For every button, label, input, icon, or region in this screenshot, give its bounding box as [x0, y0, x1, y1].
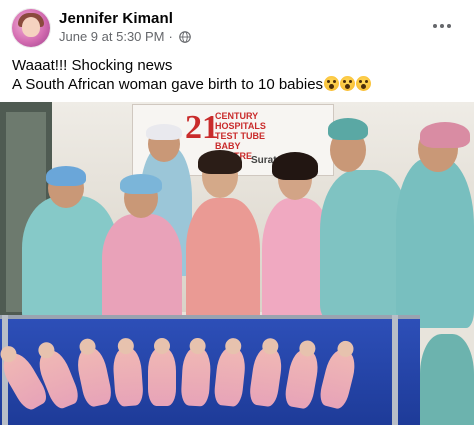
- staff-cap: [328, 118, 368, 140]
- avatar[interactable]: [12, 9, 50, 47]
- astonished-face-emoji-1: [324, 76, 340, 91]
- avatar-face: [22, 17, 40, 37]
- baby: [148, 338, 176, 406]
- staff-person: [102, 214, 182, 326]
- meta-separator: ·: [168, 29, 173, 44]
- bed-rail: [392, 315, 398, 425]
- astonished-face-emoji-2: [340, 76, 356, 91]
- more-options-button[interactable]: [430, 14, 454, 38]
- staff-person: [186, 198, 260, 326]
- post-text-line2: A South African woman gave birth to 10 b…: [12, 75, 462, 94]
- staff-hair: [272, 152, 318, 180]
- baby: [180, 337, 212, 407]
- staff-cap: [420, 122, 470, 148]
- post-text-line2-text: A South African woman gave birth to 10 b…: [12, 76, 324, 93]
- globe-icon[interactable]: [179, 30, 191, 43]
- post-meta: June 9 at 5:30 PM ·: [59, 29, 191, 44]
- post-text: Waaat!!! Shocking news A South African w…: [12, 56, 462, 94]
- staff-cap: [46, 166, 86, 186]
- banner-number: 21: [185, 109, 219, 146]
- author-name[interactable]: Jennifer Kimanl: [59, 10, 173, 27]
- astonished-face-emoji-3: [356, 76, 372, 91]
- staff-person: [396, 158, 474, 328]
- post-timestamp[interactable]: June 9 at 5:30 PM: [59, 29, 165, 44]
- post-photo[interactable]: 21 Century Hospitals Test Tube Baby Cent…: [0, 102, 474, 425]
- post-header: Jennifer Kimanl June 9 at 5:30 PM ·: [0, 0, 474, 56]
- more-horizontal-icon: [433, 24, 451, 28]
- staff-cap: [146, 124, 182, 140]
- staff-person: [420, 334, 474, 425]
- post-text-line1: Waaat!!! Shocking news: [12, 57, 173, 74]
- staff-cap: [120, 174, 162, 194]
- staff-hair: [198, 150, 242, 174]
